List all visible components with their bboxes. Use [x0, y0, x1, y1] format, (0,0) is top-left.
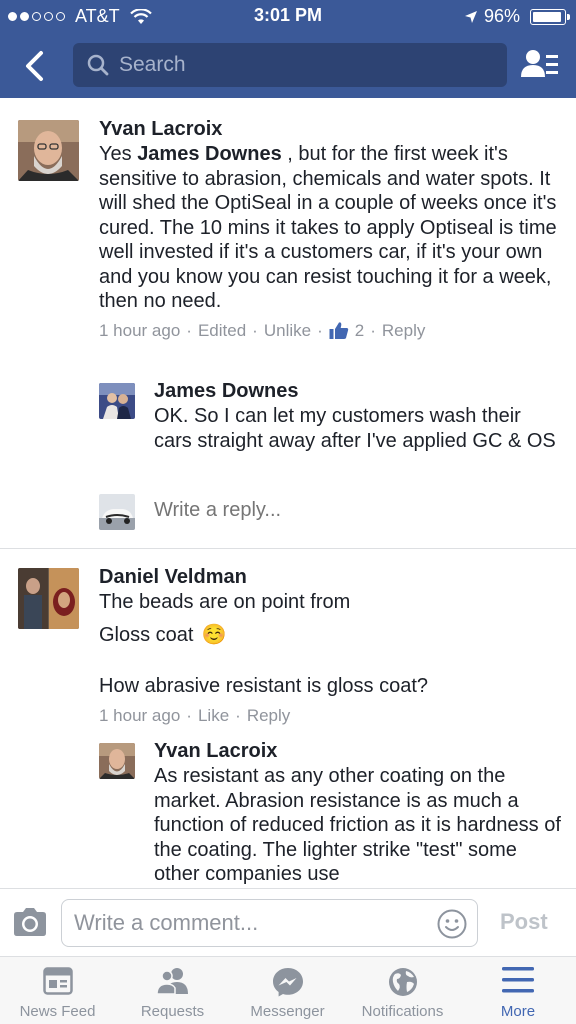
tab-requests[interactable]: Requests: [115, 957, 230, 1024]
search-icon: [87, 54, 109, 76]
comment-time[interactable]: 1 hour ago: [99, 321, 180, 341]
comment-meta: 1 hour ago · Like · Reply: [99, 705, 291, 726]
navigation-row: [0, 34, 576, 98]
tab-label: More: [500, 1003, 536, 1020]
comment-text-line: How abrasive resistant is gloss coat?: [99, 675, 429, 697]
news-feed-icon: [42, 967, 73, 995]
like-count-value: 2: [354, 320, 365, 340]
mention-link[interactable]: James Downes: [137, 143, 282, 165]
like-count[interactable]: 2: [329, 321, 364, 341]
status-bar: AT&T 3:01 PM 96%: [0, 0, 576, 34]
back-button[interactable]: [14, 46, 54, 86]
comment-text-gloss: Gloss coat: [99, 623, 194, 646]
emoji-icon[interactable]: [437, 909, 467, 939]
comment-text-prefix: Yes: [99, 143, 138, 165]
reply-author[interactable]: Yvan Lacroix: [154, 740, 564, 763]
tab-more[interactable]: More: [460, 957, 576, 1024]
avatar[interactable]: [99, 743, 135, 779]
reply-text: OK. So I can let my customers wash their…: [154, 405, 556, 452]
comment-meta: 1 hour ago · Edited · Unlike · 2 · Reply: [99, 320, 426, 341]
reply-button[interactable]: Reply: [247, 706, 290, 726]
comment-author[interactable]: Yvan Lacroix: [99, 118, 559, 141]
more-menu-icon: [502, 967, 534, 993]
avatar[interactable]: [99, 383, 135, 419]
tab-label: News Feed: [19, 1003, 96, 1020]
messenger-icon: [272, 968, 303, 997]
back-chevron-icon: [26, 51, 43, 81]
comment-composer: Post: [0, 888, 576, 956]
battery-icon: [530, 8, 570, 25]
notifications-globe-icon: [388, 968, 417, 996]
location-arrow-icon: [464, 10, 477, 23]
reply-author[interactable]: James Downes: [154, 380, 564, 403]
tab-notifications[interactable]: Notifications: [345, 957, 460, 1024]
comment-text-line: Gloss coat ☺️: [99, 623, 559, 648]
comment-text: Yes James Downes , but for the first wee…: [99, 142, 559, 314]
reply-button[interactable]: Reply: [382, 321, 425, 341]
search-input[interactable]: [119, 53, 479, 77]
avatar[interactable]: [18, 568, 79, 629]
like-button[interactable]: Like: [198, 706, 229, 726]
bottom-tab-bar: News Feed Requests Messenger Notificatio…: [0, 956, 576, 1024]
comment-box[interactable]: [61, 899, 478, 947]
reply-text: As resistant as any other coating on the…: [154, 765, 561, 885]
write-reply-input[interactable]: [154, 499, 534, 522]
post-button[interactable]: Post: [500, 909, 548, 935]
comment-text-body: , but for the first week it's sensitive …: [99, 143, 557, 312]
status-right: 96%: [464, 6, 570, 27]
tab-label: Requests: [140, 1003, 205, 1020]
unlike-button[interactable]: Unlike: [264, 321, 311, 341]
requests-icon: [155, 968, 188, 995]
tab-label: Messenger: [250, 1003, 325, 1020]
avatar[interactable]: [18, 120, 79, 181]
comment-author[interactable]: Daniel Veldman: [99, 566, 559, 589]
battery-percent: 96%: [483, 6, 520, 26]
edited-label[interactable]: Edited: [198, 321, 246, 341]
friends-list-icon[interactable]: [520, 46, 560, 86]
search-bar[interactable]: [73, 43, 507, 87]
comment-time[interactable]: 1 hour ago: [99, 706, 180, 726]
comment-input[interactable]: [74, 910, 414, 936]
tab-label: Notifications: [361, 1003, 444, 1020]
comment-text-line: The beads are on point from: [99, 591, 351, 613]
tab-news-feed[interactable]: News Feed: [0, 957, 115, 1024]
top-header: AT&T 3:01 PM 96%: [0, 0, 576, 98]
avatar: [99, 494, 135, 530]
tab-messenger[interactable]: Messenger: [230, 957, 345, 1024]
comment-thread: Yvan Lacroix Yes James Downes , but for …: [0, 100, 576, 548]
smiling-emoji: ☺️: [201, 623, 227, 646]
thumbs-up-icon: [329, 322, 348, 339]
camera-icon[interactable]: [12, 907, 48, 937]
comment-thread: Daniel Veldman The beads are on point fr…: [0, 549, 576, 888]
